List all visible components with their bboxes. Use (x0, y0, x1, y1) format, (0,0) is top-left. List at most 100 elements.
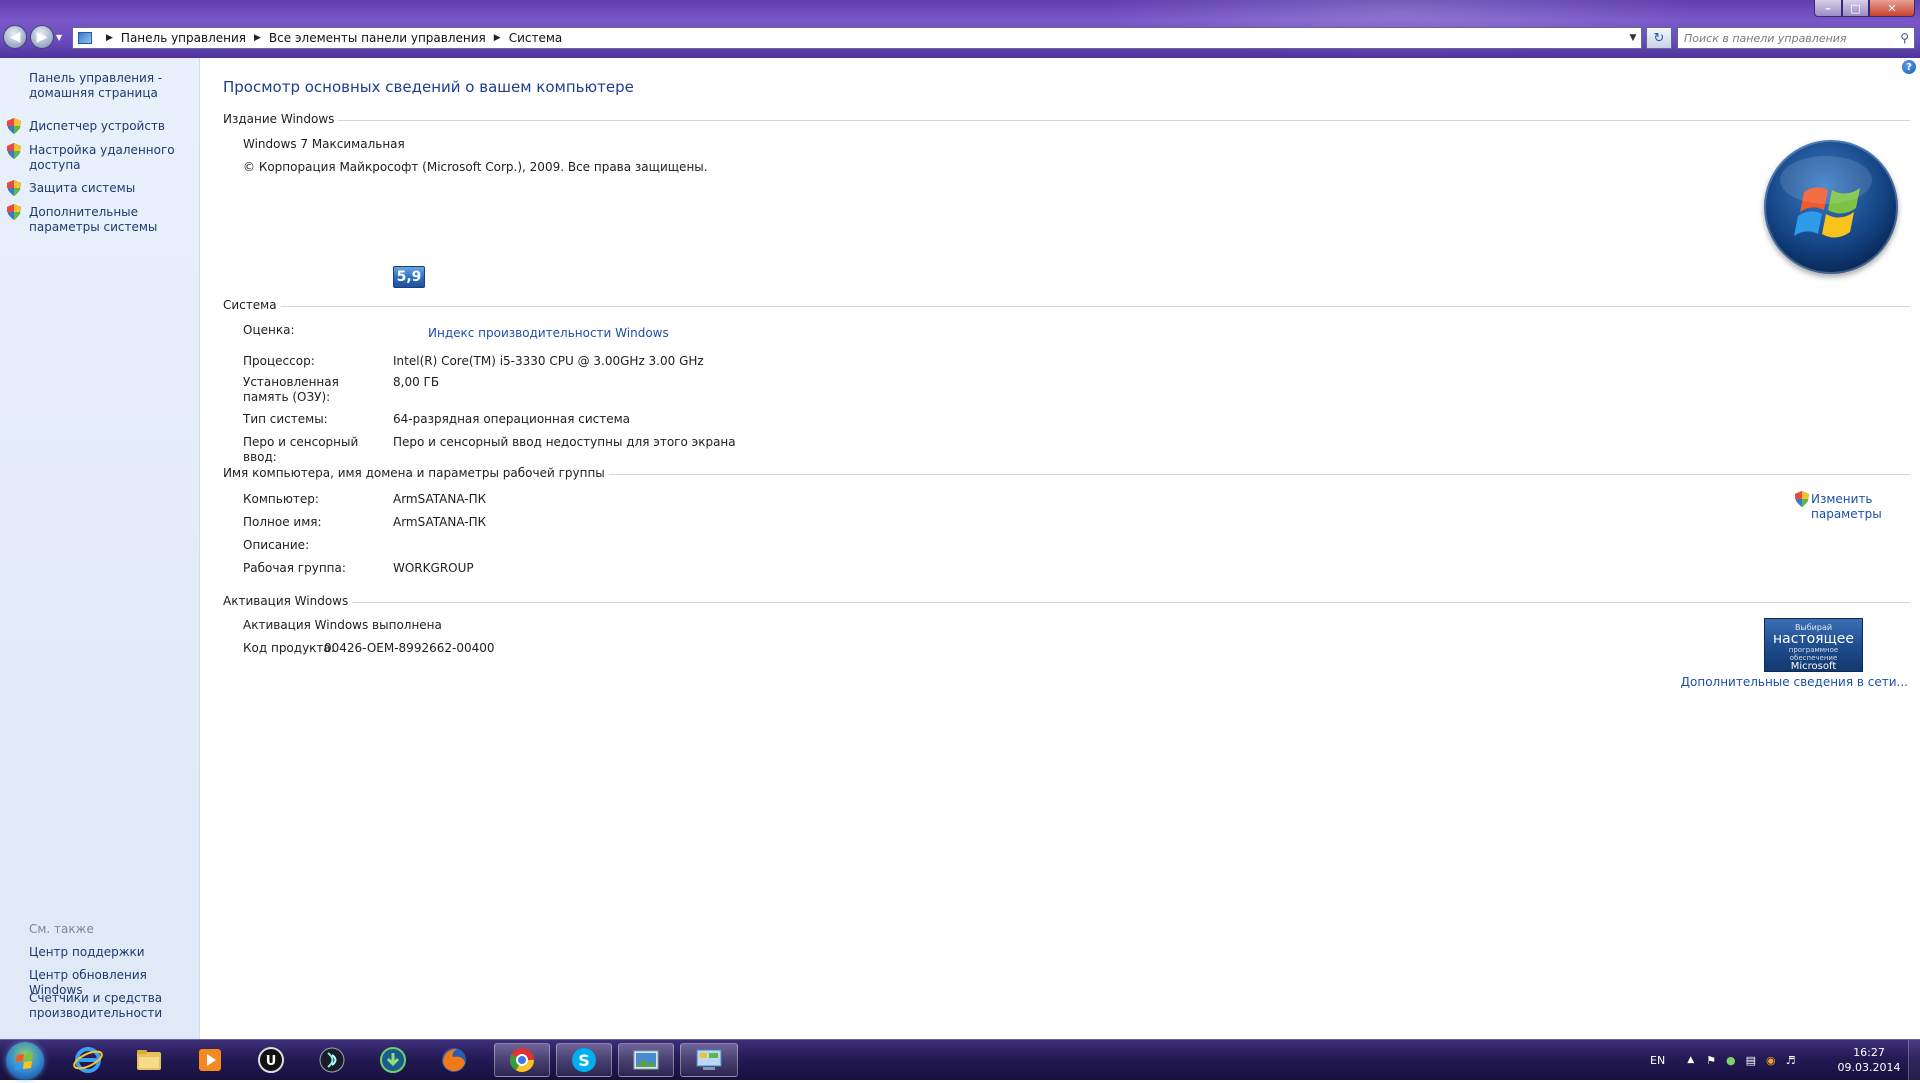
breadcrumb-control-panel[interactable]: Панель управления (121, 31, 246, 45)
section-activation: Активация Windows (223, 594, 1910, 608)
help-button[interactable]: ? (1902, 60, 1916, 74)
section-computer-header: Имя компьютера, имя домена и параметры р… (223, 466, 609, 480)
minimize-icon: – (1825, 1, 1831, 15)
app-u-icon: U (258, 1047, 284, 1073)
svg-text:S: S (578, 1051, 590, 1070)
sidebar-item-performance-tools[interactable]: Счетчики и средства производительности (29, 991, 197, 1021)
main-content: ? Просмотр основных сведений о вашем ком… (200, 58, 1920, 1039)
arrow-left-icon: ◀ (9, 29, 21, 45)
sidebar: Панель управления - домашняя страница Ди… (0, 58, 200, 1039)
start-button[interactable] (6, 1042, 44, 1080)
description-label: Описание: (243, 538, 310, 552)
folder-icon (137, 1050, 161, 1070)
uac-shield-icon (7, 180, 21, 196)
edition-name: Windows 7 Максимальная (243, 137, 405, 151)
chevron-right-icon[interactable]: ▶ (494, 33, 501, 43)
system-type-value: 64-разрядная операционная система (393, 412, 631, 426)
close-icon: ✕ (1887, 1, 1897, 15)
system-type-label: Тип системы: (243, 412, 328, 426)
windows-logo (1764, 140, 1898, 274)
refresh-icon: ↻ (1653, 30, 1665, 46)
taskbar-media-player[interactable] (182, 1043, 238, 1077)
clock-date: 09.03.2014 (1837, 1061, 1901, 1074)
action-center-flag-icon[interactable]: ⚑ (1706, 1054, 1716, 1067)
change-settings-link[interactable]: Изменить параметры (1811, 492, 1891, 522)
taskbar-chrome[interactable] (494, 1043, 550, 1077)
taskbar-photo-viewer[interactable] (618, 1043, 674, 1077)
search-icon[interactable]: ⚲ (1900, 31, 1909, 45)
audio-app-icon (319, 1047, 345, 1073)
genuine-microsoft-badge[interactable]: Выбирай настоящее программное обеспечени… (1764, 618, 1863, 672)
section-computer-name: Имя компьютера, имя домена и параметры р… (223, 466, 1910, 480)
tray-expand-icon[interactable]: ▲ (1687, 1055, 1694, 1065)
tray-update-icon[interactable]: ◉ (1766, 1054, 1776, 1067)
uac-shield-icon (7, 143, 21, 159)
sidebar-item-device-manager[interactable]: Диспетчер устройств (29, 119, 197, 134)
address-bar[interactable]: ▶ Панель управления ▶ Все элементы панел… (72, 27, 1642, 49)
taskbar-control-panel[interactable] (680, 1043, 738, 1077)
uac-shield-icon (7, 118, 21, 134)
tray-app-icon[interactable]: ● (1726, 1054, 1736, 1067)
sidebar-item-advanced-settings[interactable]: Дополнительные параметры системы (29, 205, 197, 235)
computer-name-label: Компьютер: (243, 492, 319, 506)
taskbar-skype[interactable]: S (556, 1043, 612, 1077)
workgroup-label: Рабочая группа: (243, 561, 346, 575)
taskbar-explorer[interactable] (121, 1043, 177, 1077)
product-key-label: Код продукта: (243, 641, 335, 655)
show-desktop-button[interactable] (1908, 1040, 1920, 1080)
chevron-right-icon[interactable]: ▶ (254, 33, 261, 43)
svg-text:U: U (266, 1054, 277, 1069)
taskbar-app-u[interactable]: U (243, 1043, 299, 1077)
back-button[interactable]: ◀ (3, 25, 27, 49)
search-placeholder: Поиск в панели управления (1684, 31, 1847, 45)
breadcrumb-all-items[interactable]: Все элементы панели управления (269, 31, 486, 45)
volume-icon[interactable]: ♬ (1786, 1054, 1796, 1067)
refresh-button[interactable]: ↻ (1646, 27, 1672, 49)
maximize-button[interactable]: □ (1842, 0, 1869, 17)
internet-explorer-icon (73, 1047, 103, 1073)
help-icon: ? (1906, 61, 1912, 73)
download-icon (380, 1047, 406, 1073)
product-key-value: 00426-OEM-8992662-00400 (324, 641, 495, 655)
taskbar-audio-app[interactable] (304, 1043, 360, 1077)
rating-label: Оценка: (243, 323, 295, 337)
see-also-title: См. также (29, 922, 94, 936)
page-title: Просмотр основных сведений о вашем компь… (223, 78, 634, 96)
arrow-right-icon: ▶ (36, 29, 48, 45)
sidebar-item-action-center[interactable]: Центр поддержки (29, 945, 197, 960)
chevron-right-icon[interactable]: ▶ (106, 33, 113, 43)
sidebar-item-system-protection[interactable]: Защита системы (29, 181, 197, 196)
window-controls: – □ ✕ (1814, 0, 1915, 17)
breadcrumb-system[interactable]: Система (509, 31, 563, 45)
ram-label: Установленная память (ОЗУ): (243, 375, 339, 404)
full-name-label: Полное имя: (243, 515, 322, 529)
search-input[interactable]: Поиск в панели управления ⚲ (1677, 27, 1915, 49)
section-edition-header: Издание Windows (223, 112, 339, 126)
sidebar-item-remote-settings[interactable]: Настройка удаленного доступа (29, 143, 197, 173)
activation-status: Активация Windows выполнена (243, 618, 442, 632)
taskbar-ie[interactable] (60, 1043, 116, 1077)
forward-button[interactable]: ▶ (30, 25, 54, 49)
taskbar-downloader[interactable] (365, 1043, 421, 1077)
ram-value: 8,00 ГБ (393, 375, 440, 389)
cpu-value: Intel(R) Core(TM) i5-3330 CPU @ 3.00GHz … (393, 354, 704, 368)
more-info-online-link[interactable]: Дополнительные сведения в сети... (1681, 675, 1908, 689)
history-dropdown-icon[interactable]: ▼ (56, 33, 62, 42)
skype-icon: S (572, 1048, 596, 1072)
clock[interactable]: 16:27 09.03.2014 (1831, 1045, 1907, 1075)
taskbar-firefox[interactable] (426, 1043, 482, 1077)
minimize-button[interactable]: – (1814, 0, 1842, 17)
network-icon[interactable]: ▤ (1746, 1054, 1756, 1067)
address-dropdown-icon[interactable]: ▼ (1625, 33, 1641, 43)
language-indicator[interactable]: EN (1650, 1054, 1665, 1067)
close-button[interactable]: ✕ (1869, 0, 1915, 17)
taskbar: U S EN ▲ ⚑ ● ▤ ◉ ♬ 16:27 09.03.2014 (0, 1039, 1920, 1080)
performance-index-link[interactable]: Индекс производительности Windows (428, 326, 669, 340)
pen-touch-value: Перо и сенсорный ввод недоступны для это… (393, 435, 736, 449)
divider (223, 120, 1910, 121)
badge-line2: настоящее (1773, 631, 1854, 647)
sidebar-home-link[interactable]: Панель управления - домашняя страница (29, 71, 197, 101)
media-player-icon (199, 1049, 221, 1071)
performance-score-badge[interactable]: 5,9 (393, 266, 425, 288)
section-activation-header: Активация Windows (223, 594, 353, 608)
